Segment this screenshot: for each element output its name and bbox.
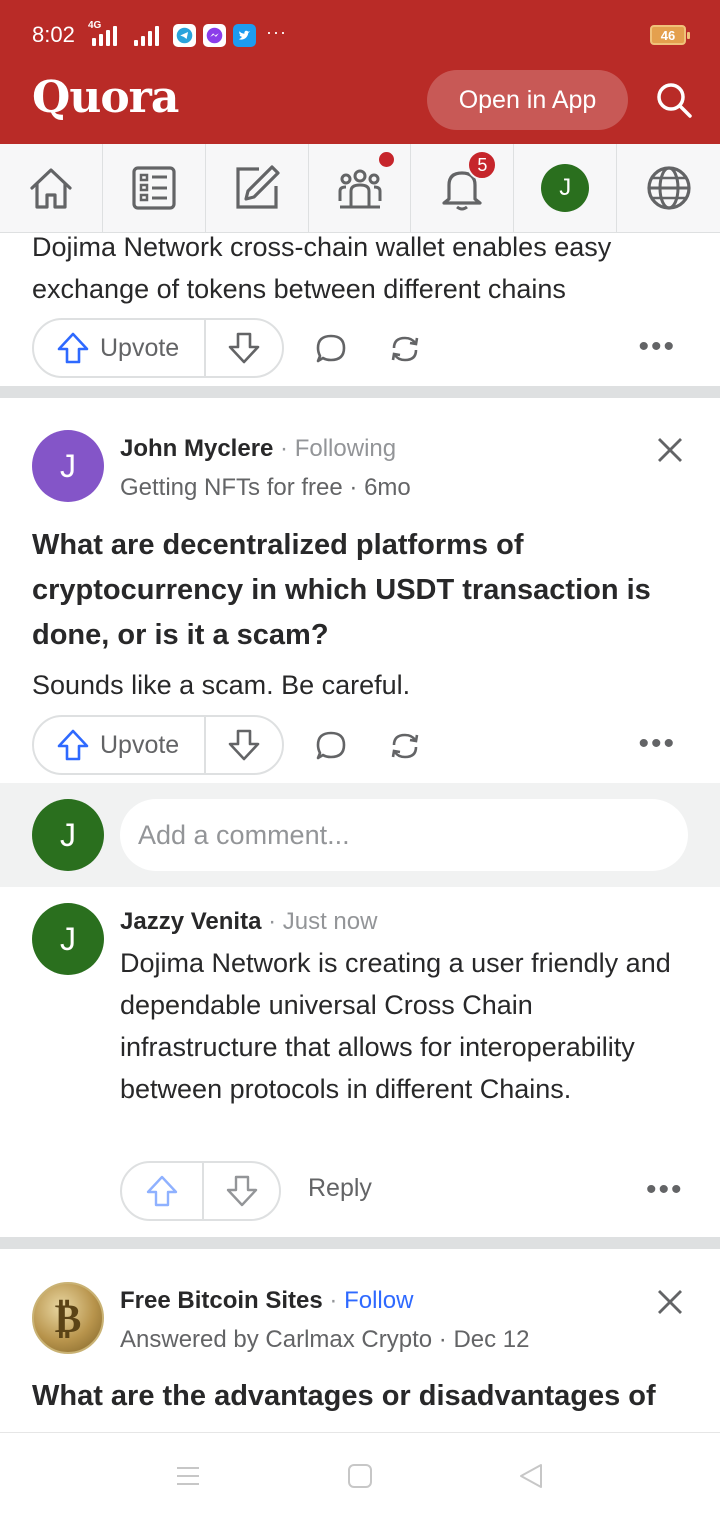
- author-line: John Myclere · Following: [120, 435, 396, 463]
- comment-vote-pill: [120, 1161, 281, 1221]
- upvote-button[interactable]: Upvote: [34, 717, 206, 773]
- back-triangle-icon[interactable]: [517, 1462, 545, 1490]
- share-icon[interactable]: [388, 332, 422, 366]
- space-name[interactable]: Getting NFTs for free: [120, 474, 343, 501]
- nav-languages[interactable]: [617, 144, 720, 232]
- post-3-meta: Answered by Carlmax Crypto · Dec 12: [120, 1326, 529, 1354]
- answered-by[interactable]: Answered by Carlmax Crypto: [120, 1326, 432, 1353]
- messenger-icon: [203, 24, 226, 47]
- space-name[interactable]: Free Bitcoin Sites: [120, 1287, 323, 1314]
- telegram-icon: [173, 24, 196, 47]
- question-title[interactable]: What are decentralized platforms of cryp…: [32, 523, 692, 658]
- post-time: 6mo: [364, 474, 411, 501]
- upvote-label: Upvote: [100, 333, 180, 362]
- upvote-arrow-icon: [57, 729, 89, 761]
- spaces-unread-dot: [378, 152, 394, 167]
- home-icon: [30, 168, 72, 209]
- author-name[interactable]: John Myclere: [120, 435, 273, 462]
- more-notifications-icon: ···: [266, 22, 287, 42]
- downvote-arrow-icon: [228, 729, 260, 761]
- vote-pill: Upvote: [32, 715, 284, 775]
- add-comment-input[interactable]: [120, 799, 688, 871]
- nav-answer[interactable]: [206, 144, 309, 232]
- bitcoin-space-logo[interactable]: ₿: [32, 1282, 104, 1354]
- comment-time: Just now: [282, 908, 378, 935]
- upvote-arrow-icon: [57, 332, 89, 364]
- more-options-icon[interactable]: •••: [638, 332, 676, 362]
- author-avatar[interactable]: J: [32, 430, 104, 502]
- main-nav: 5 J: [0, 144, 720, 233]
- question-title[interactable]: What are the advantages or disadvantages…: [32, 1374, 692, 1419]
- downvote-button[interactable]: [206, 717, 282, 773]
- following-icon: [132, 166, 176, 210]
- current-user-avatar: J: [32, 799, 104, 871]
- recents-menu-icon[interactable]: [175, 1463, 201, 1489]
- meta-separator: ·: [273, 435, 295, 462]
- following-status[interactable]: Following: [295, 435, 396, 462]
- follow-button[interactable]: Follow: [344, 1287, 413, 1314]
- feed-divider: [0, 1237, 720, 1249]
- comment-icon[interactable]: [314, 332, 348, 366]
- reply-button[interactable]: Reply: [308, 1174, 372, 1203]
- nav-spaces[interactable]: [309, 144, 412, 232]
- upvote-button[interactable]: Upvote: [34, 320, 206, 376]
- nav-home[interactable]: [0, 144, 103, 232]
- downvote-arrow-icon: [228, 332, 260, 364]
- comment-icon[interactable]: [314, 729, 348, 763]
- open-in-app-button[interactable]: Open in App: [427, 70, 628, 130]
- comment-upvote-button[interactable]: [122, 1163, 204, 1219]
- comment-author[interactable]: Jazzy Venita: [120, 908, 261, 935]
- meta-separator: ·: [432, 1326, 454, 1353]
- spaces-icon: [338, 169, 381, 209]
- profile-avatar: J: [541, 164, 590, 212]
- commenter-avatar[interactable]: J: [32, 903, 104, 975]
- quora-logo[interactable]: Quora: [32, 72, 179, 123]
- nav-profile[interactable]: J: [514, 144, 618, 232]
- answer-text[interactable]: Sounds like a scam. Be careful.: [32, 664, 692, 706]
- signal-icon-2: [134, 24, 159, 46]
- twitter-icon: [233, 24, 256, 47]
- feed-divider: [0, 386, 720, 398]
- close-icon[interactable]: [655, 435, 685, 465]
- battery-icon: 46: [650, 25, 690, 45]
- home-square-icon[interactable]: [347, 1463, 373, 1489]
- system-nav-bar: [0, 1432, 720, 1520]
- nav-notifications[interactable]: 5: [411, 144, 515, 232]
- signal-icon: [92, 24, 117, 46]
- comment-bar: J: [0, 783, 720, 887]
- vote-pill: Upvote: [32, 318, 284, 378]
- upvote-arrow-icon: [146, 1175, 178, 1207]
- downvote-arrow-icon: [226, 1175, 257, 1207]
- upvote-label: Upvote: [100, 730, 180, 759]
- post-3-time: Dec 12: [453, 1326, 530, 1353]
- search-icon[interactable]: [654, 80, 694, 120]
- downvote-button[interactable]: [206, 320, 282, 376]
- globe-icon: [646, 166, 691, 210]
- space-line: Free Bitcoin Sites · Follow: [120, 1287, 413, 1315]
- post-2-actions: Upvote •••: [32, 715, 692, 775]
- notification-count-badge: 5: [467, 150, 498, 180]
- comment-downvote-button[interactable]: [204, 1163, 279, 1219]
- comment-text: Dojima Network is creating a user friend…: [120, 948, 671, 1104]
- status-bar: 8:02 4G ··· 46: [0, 0, 720, 70]
- comment-author-line: Jazzy Venita · Just now: [120, 908, 377, 936]
- post-meta: Getting NFTs for free · 6mo: [120, 474, 411, 502]
- meta-separator: ·: [261, 908, 283, 935]
- share-icon[interactable]: [388, 729, 422, 763]
- post-1-text[interactable]: Dojima Network cross-chain wallet enable…: [32, 226, 702, 310]
- nav-following[interactable]: [103, 144, 206, 232]
- meta-separator: ·: [322, 1287, 345, 1314]
- more-options-icon[interactable]: •••: [638, 729, 676, 759]
- answer-icon: [236, 165, 280, 209]
- meta-separator: ·: [342, 474, 365, 501]
- post-1-actions: Upvote •••: [32, 318, 692, 378]
- comment-more-icon[interactable]: •••: [646, 1175, 684, 1205]
- app-header: 8:02 4G ··· 46 Quora Open in App: [0, 0, 720, 144]
- status-time: 8:02: [32, 22, 75, 47]
- battery-level: 46: [660, 27, 676, 43]
- close-icon[interactable]: [655, 1287, 685, 1317]
